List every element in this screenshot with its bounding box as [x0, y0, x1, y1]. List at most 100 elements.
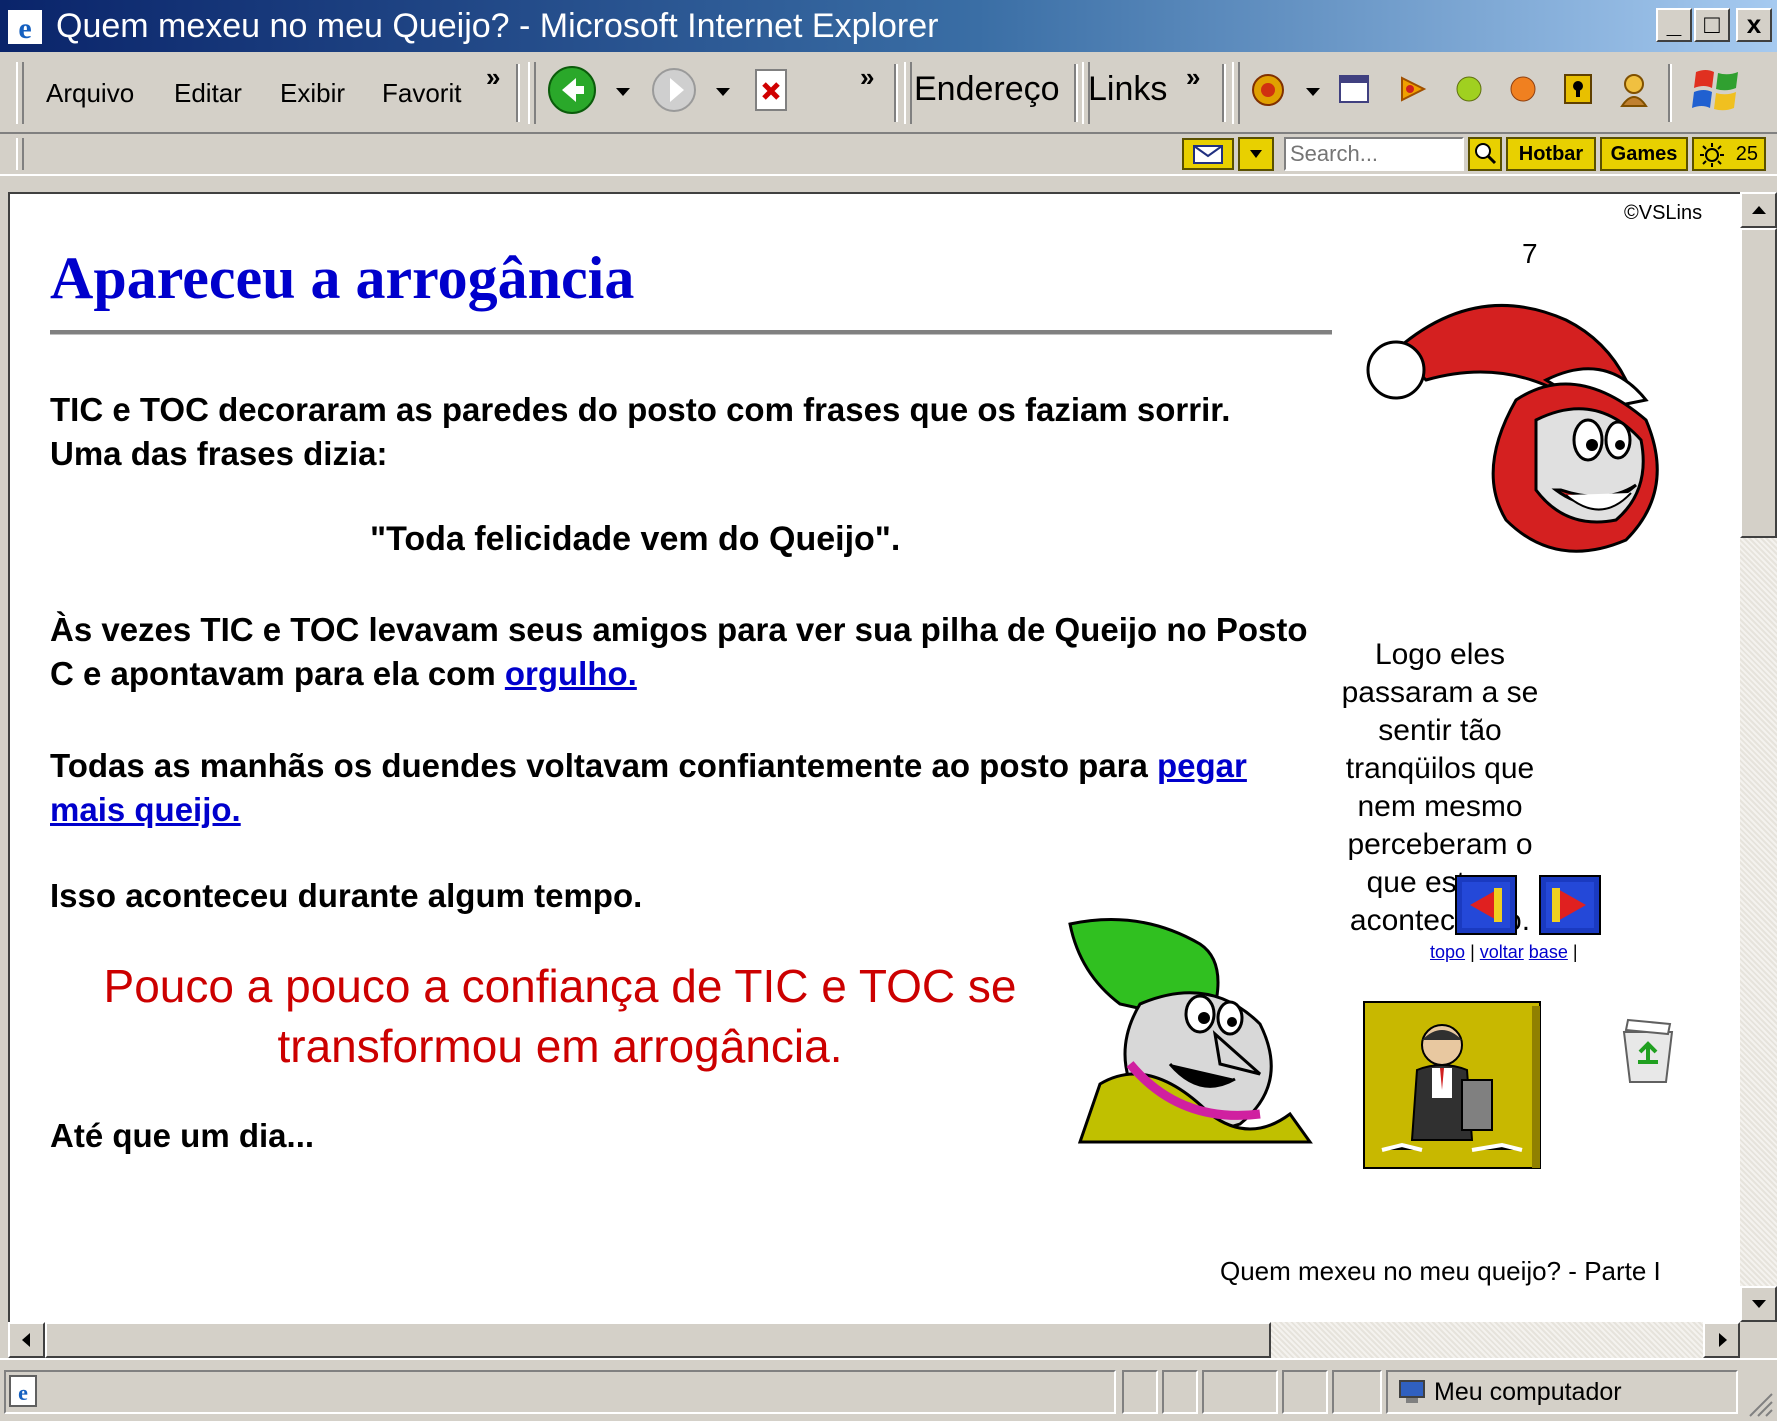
- title-bar[interactable]: e Quem mexeu no meu Queijo? - Microsoft …: [0, 0, 1777, 52]
- scroll-down-button[interactable]: [1740, 1286, 1777, 1322]
- previous-page-button[interactable]: [1454, 874, 1518, 936]
- maximize-button[interactable]: □: [1694, 8, 1730, 42]
- orgulho-link[interactable]: orgulho.: [505, 655, 637, 692]
- status-panel: [1122, 1370, 1158, 1414]
- games-button[interactable]: Games: [1600, 137, 1688, 171]
- hotbar-mail-icon[interactable]: [1182, 138, 1234, 170]
- links-more-chevron[interactable]: »: [1186, 62, 1200, 93]
- paragraph-4: Isso aconteceu durante algum tempo.: [50, 877, 643, 914]
- back-icon[interactable]: [546, 64, 598, 116]
- mail-icon[interactable]: [1250, 72, 1286, 108]
- scroll-left-icon: [22, 1333, 30, 1347]
- windows-logo-icon: [1692, 70, 1738, 111]
- hotbar-mail-dropdown[interactable]: [1238, 137, 1274, 171]
- security-zone-panel: Meu computador: [1386, 1370, 1738, 1414]
- close-button[interactable]: x: [1736, 8, 1772, 42]
- scroll-up-button[interactable]: [1740, 192, 1777, 228]
- close-icon: x: [1746, 9, 1762, 39]
- toolbar-more-chevron[interactable]: »: [860, 62, 874, 93]
- menu-favoritos[interactable]: Favorit: [382, 78, 461, 109]
- resize-grip-icon[interactable]: [1746, 1390, 1774, 1418]
- scroll-right-button[interactable]: [1703, 1322, 1740, 1358]
- voltar-link[interactable]: voltar: [1480, 942, 1524, 962]
- arrogance-callout: Pouco a pouco a confiança de TIC e TOC s…: [103, 960, 1017, 1072]
- toolbar-separator: [1222, 64, 1226, 122]
- man-with-drink-illustration: [1363, 1001, 1541, 1169]
- recycle-bin-icon[interactable]: [1610, 1012, 1686, 1088]
- paragraph-3-text: Todas as manhãs os duendes voltavam conf…: [50, 747, 1158, 784]
- green-dot-icon[interactable]: [1454, 74, 1484, 104]
- minimize-button[interactable]: _: [1656, 8, 1692, 42]
- address-label[interactable]: Endereço: [914, 70, 1060, 109]
- page-number: 7: [1522, 238, 1538, 269]
- paragraph-5: Até que um dia...: [50, 1117, 315, 1154]
- chevron-down-icon: [1250, 150, 1262, 158]
- nav-links: topo | voltar base |: [1430, 942, 1578, 963]
- scrollbar-corner: [1740, 1322, 1777, 1358]
- media-icon[interactable]: [1396, 72, 1430, 106]
- window-icon[interactable]: [1338, 74, 1370, 104]
- paragraph-3: Todas as manhãs os duendes voltavam conf…: [50, 744, 1320, 832]
- menu-editar[interactable]: Editar: [174, 78, 242, 109]
- status-panel: [1332, 1370, 1382, 1414]
- toolbar-grip[interactable]: [16, 62, 24, 124]
- page-viewport[interactable]: ©VSLins 7 Apareceu a arrogância TIC e TO…: [8, 192, 1740, 1322]
- toolbar-grip[interactable]: [1232, 62, 1240, 124]
- toolbar-grip[interactable]: [528, 62, 536, 124]
- hotbar-toolbar: Hotbar Games 25: [0, 134, 1777, 176]
- forward-dropdown-icon[interactable]: [716, 88, 730, 96]
- scroll-down-icon: [1751, 1300, 1766, 1308]
- links-label[interactable]: Links: [1088, 70, 1167, 109]
- horizontal-rule: [50, 330, 1332, 335]
- toolbar-separator: [1668, 64, 1672, 122]
- horizontal-scroll-thumb[interactable]: [45, 1322, 1271, 1358]
- address-bar-grip[interactable]: [904, 62, 912, 124]
- svg-text:e: e: [18, 12, 31, 45]
- scroll-right-icon: [1719, 1333, 1727, 1347]
- red-hat-elf-illustration: [1366, 303, 1659, 553]
- toolbar-separator: [516, 64, 520, 122]
- vertical-scrollbar[interactable]: [1740, 192, 1777, 1322]
- paragraph-2-text: Às vezes TIC e TOC levavam seus amigos p…: [50, 611, 1308, 692]
- weather-button[interactable]: 25: [1692, 137, 1766, 171]
- minimize-icon: _: [1666, 9, 1682, 39]
- base-link[interactable]: base: [1529, 942, 1568, 962]
- green-hat-elf-illustration: [1068, 918, 1313, 1144]
- forward-icon[interactable]: [650, 66, 698, 114]
- status-bar: e Meu computador: [0, 1358, 1777, 1421]
- status-text-panel: [4, 1370, 1116, 1414]
- status-panel: [1282, 1370, 1328, 1414]
- messenger-icon[interactable]: [1616, 70, 1652, 108]
- scroll-left-button[interactable]: [8, 1322, 45, 1358]
- horizontal-scrollbar[interactable]: [8, 1322, 1740, 1358]
- nav-separator: |: [1572, 942, 1578, 962]
- menu-arquivo[interactable]: Arquivo: [46, 78, 134, 109]
- hotbar-button[interactable]: Hotbar: [1506, 137, 1596, 171]
- mail-dropdown-icon[interactable]: [1306, 88, 1320, 96]
- next-page-button[interactable]: [1538, 874, 1602, 936]
- paragraph-1: TIC e TOC decoraram as paredes do posto …: [50, 391, 1231, 472]
- stop-icon[interactable]: [752, 66, 792, 114]
- weather-temperature: 25: [1735, 143, 1758, 165]
- footer-text: Quem mexeu no meu queijo? - Parte I: [1220, 1256, 1661, 1286]
- security-lock-icon[interactable]: [1562, 72, 1594, 106]
- menu-more-chevron[interactable]: »: [486, 62, 500, 93]
- orange-dot-icon[interactable]: [1508, 74, 1538, 104]
- hotbar-search-icon[interactable]: [1468, 137, 1502, 171]
- toolbar-grip[interactable]: [16, 138, 24, 170]
- back-dropdown-icon[interactable]: [616, 88, 630, 96]
- toolbar-separator: [1074, 64, 1078, 122]
- status-panel: [1202, 1370, 1278, 1414]
- menu-toolbar-row: Arquivo Editar Exibir Favorit » » Endere…: [0, 52, 1777, 134]
- copyright-text: ©VSLins: [1624, 202, 1703, 224]
- scroll-up-icon: [1751, 206, 1766, 214]
- nav-separator: |: [1470, 942, 1475, 962]
- page-title: Apareceu a arrogância: [50, 245, 635, 311]
- status-panel: [1162, 1370, 1198, 1414]
- scroll-thumb[interactable]: [1740, 228, 1777, 538]
- menu-exibir[interactable]: Exibir: [280, 78, 345, 109]
- hotbar-search-input[interactable]: [1284, 137, 1464, 171]
- window-title: Quem mexeu no meu Queijo? - Microsoft In…: [56, 7, 939, 45]
- topo-link[interactable]: topo: [1430, 942, 1465, 962]
- maximize-icon: □: [1704, 9, 1720, 39]
